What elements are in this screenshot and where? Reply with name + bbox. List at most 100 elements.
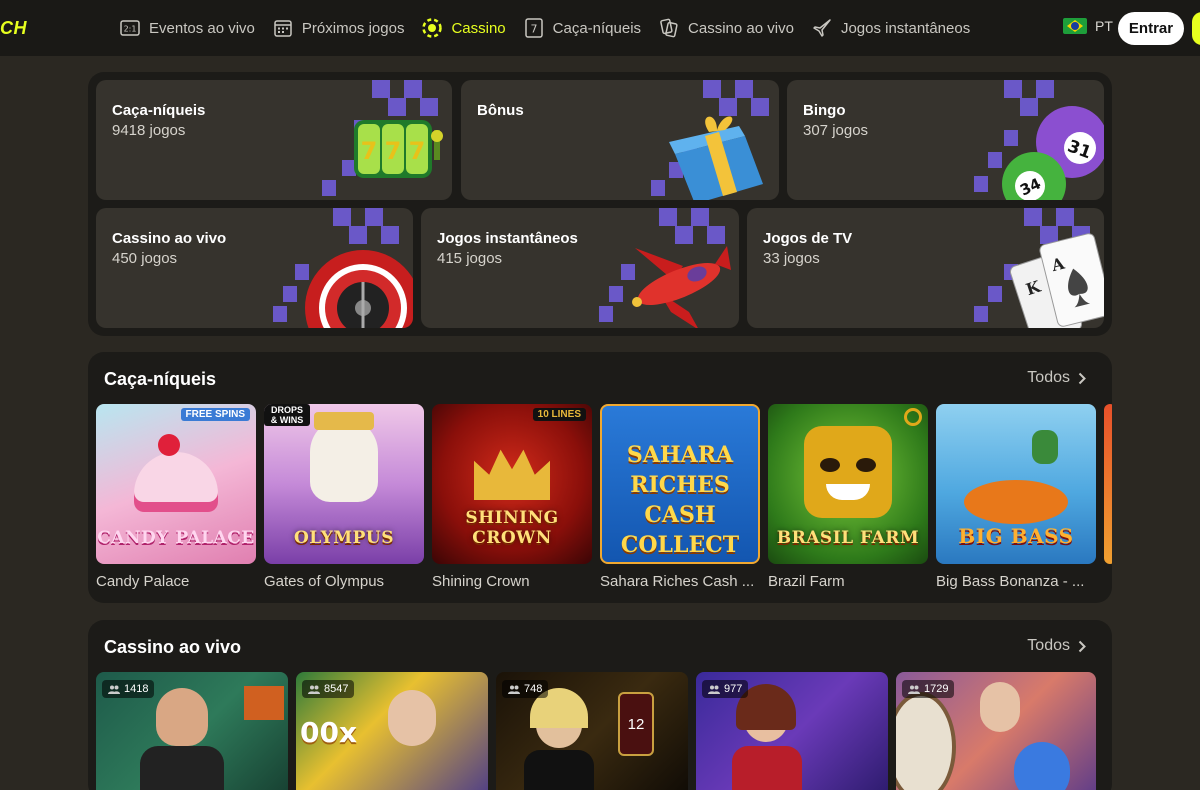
player-count-value: 8547: [324, 683, 349, 695]
nav-item-upcoming[interactable]: Próximos jogos: [273, 18, 405, 38]
nav-item-instant-games[interactable]: Jogos instantâneos: [812, 18, 970, 38]
multiplier-card: 12: [618, 692, 654, 756]
player-count: 748: [502, 680, 549, 698]
roulette-wheel-icon: [273, 208, 413, 328]
nav-item-slots[interactable]: 7 Caça-níqueis: [524, 18, 641, 38]
game-art-title: SAHARA RICHES CASH COLLECT: [620, 442, 740, 558]
gift-box-icon: [651, 80, 769, 200]
game-badge: FREE SPINS: [180, 408, 250, 421]
live-game-card[interactable]: 1418: [96, 672, 288, 790]
slots-carousel[interactable]: CANDY PALACE FREE SPINS Candy Palace OLY…: [96, 404, 1112, 590]
nav-label: Próximos jogos: [301, 19, 405, 37]
game-card[interactable]: SAHARA RICHES CASH COLLECT Sahara Riches…: [600, 404, 760, 590]
category-panel: 7 7 7 Caça-níqueis 9418 jogos Bônus 31 3…: [88, 72, 1112, 336]
game-badge: DROPS & WINS: [264, 404, 310, 426]
live-game-card[interactable]: 00x 8547: [296, 672, 488, 790]
section-title: Caça-níqueis: [104, 369, 217, 389]
section-title: Cassino ao vivo: [104, 637, 242, 657]
main-nav: 2:1 Eventos ao vivo Próximos jogos Cassi…: [120, 0, 970, 56]
live-game-card[interactable]: 12 748: [496, 672, 688, 790]
category-count: 307 jogos: [803, 122, 869, 139]
svg-text:2:1: 2:1: [124, 25, 137, 34]
game-card[interactable]: SHINING CROWN 10 LINES Shining Crown: [432, 404, 592, 590]
live-casino-carousel[interactable]: 1418 00x 8547 12 748 977 1729: [96, 672, 1096, 790]
painting-art: [244, 686, 284, 720]
player-count: 977: [702, 680, 749, 698]
dealer-art: [388, 690, 436, 746]
see-all-label: Todos: [1027, 369, 1070, 386]
player-count: 1729: [902, 680, 955, 698]
game-thumbnail: CANDY PALACE FREE SPINS: [96, 404, 256, 564]
game-thumbnail: SAHARA RICHES CASH COLLECT: [600, 404, 760, 564]
game-name: Gates of Olympus: [264, 573, 385, 590]
game-card[interactable]: CANDY PALACE FREE SPINS Candy Palace: [96, 404, 256, 590]
login-button[interactable]: Entrar: [1118, 12, 1184, 45]
game-name: Big Bass Bonanza - ...: [936, 573, 1085, 590]
casino-chip-icon: [422, 18, 443, 38]
nav-label: Jogos instantâneos: [840, 19, 971, 37]
mask-art: [804, 426, 892, 518]
player-count-value: 1418: [124, 683, 149, 695]
register-button[interactable]: [1192, 12, 1200, 45]
bingo-balls-icon: 31 34: [974, 80, 1104, 200]
zeus-art: [310, 418, 378, 502]
game-thumbnail: BIG BASS: [936, 404, 1096, 564]
category-count: 450 jogos: [112, 250, 178, 267]
nav-item-live-casino[interactable]: Cassino ao vivo: [659, 18, 794, 38]
multiplier-art: 00x: [300, 716, 358, 749]
player-count-value: 1729: [924, 683, 949, 695]
mask-eye: [820, 458, 840, 472]
users-icon: [108, 685, 120, 694]
chevron-right-icon: [1078, 640, 1086, 652]
language-label: PT: [1095, 18, 1113, 34]
see-all-slots-link[interactable]: Todos: [1027, 369, 1086, 387]
game-art-title: BRASIL FARM: [776, 528, 920, 548]
game-name: Shining Crown: [432, 573, 530, 590]
game-name: Sahara Riches Cash ...: [600, 573, 755, 590]
game-art-title: CANDY PALACE: [97, 528, 255, 548]
users-icon: [308, 685, 320, 694]
live-casino-section: Cassino ao vivo Todos 1418 00x 8547 12 7…: [88, 620, 1112, 790]
plane-icon: [812, 18, 832, 38]
dealer-vest-art: [140, 746, 224, 790]
game-thumbnail: BRASIL FARM: [768, 404, 928, 564]
game-thumbnail: [1104, 404, 1112, 564]
dealer-dress-art: [732, 746, 802, 790]
game-card[interactable]: BIG BASS Big Bass Bonanza - ...: [936, 404, 1096, 590]
game-thumbnail: SHINING CROWN 10 LINES: [432, 404, 592, 564]
category-count: 9418 jogos: [112, 122, 186, 139]
category-instant-games[interactable]: Jogos instantâneos 415 jogos: [421, 208, 739, 328]
top-navigation-bar: CH 2:1 Eventos ao vivo Próximos jogos Ca…: [0, 0, 1200, 56]
live-events-icon: 2:1: [120, 18, 140, 38]
player-count: 1418: [102, 680, 155, 698]
users-icon: [708, 685, 720, 694]
game-badge-icon: [904, 408, 922, 426]
nav-item-casino[interactable]: Cassino: [422, 18, 506, 38]
fish-art: [964, 480, 1068, 524]
game-card[interactable]: BRASIL FARM Brazil Farm: [768, 404, 928, 590]
wheel-art: [896, 692, 956, 790]
dealer-art: [156, 688, 208, 746]
live-game-card[interactable]: 977: [696, 672, 888, 790]
category-bingo[interactable]: 31 34 Bingo 307 jogos: [787, 80, 1104, 200]
svg-text:7: 7: [530, 23, 537, 36]
category-live-casino[interactable]: Cassino ao vivo 450 jogos: [96, 208, 413, 328]
category-slots[interactable]: 7 7 7 Caça-níqueis 9418 jogos: [96, 80, 452, 200]
category-bonus[interactable]: Bônus: [461, 80, 779, 200]
nav-item-live-events[interactable]: 2:1 Eventos ao vivo: [120, 18, 255, 38]
see-all-live-link[interactable]: Todos: [1027, 637, 1086, 655]
game-badge: 10 LINES: [532, 408, 586, 421]
language-selector[interactable]: PT: [1063, 18, 1113, 34]
nav-label: Cassino: [451, 19, 506, 37]
player-count: 8547: [302, 680, 355, 698]
game-card[interactable]: OLYMPUS DROPS & WINS Gates of Olympus: [264, 404, 424, 590]
live-game-card[interactable]: 1729: [896, 672, 1096, 790]
brand-logo[interactable]: CH: [0, 18, 27, 39]
game-card-partial[interactable]: [1104, 404, 1112, 590]
users-icon: [908, 685, 920, 694]
calendar-icon: [273, 18, 293, 38]
brazil-flag-icon: [1063, 18, 1087, 34]
see-all-label: Todos: [1027, 637, 1070, 654]
cake-art: [134, 452, 218, 512]
category-tv-games[interactable]: K A Jogos de TV 33 jogos: [747, 208, 1104, 328]
